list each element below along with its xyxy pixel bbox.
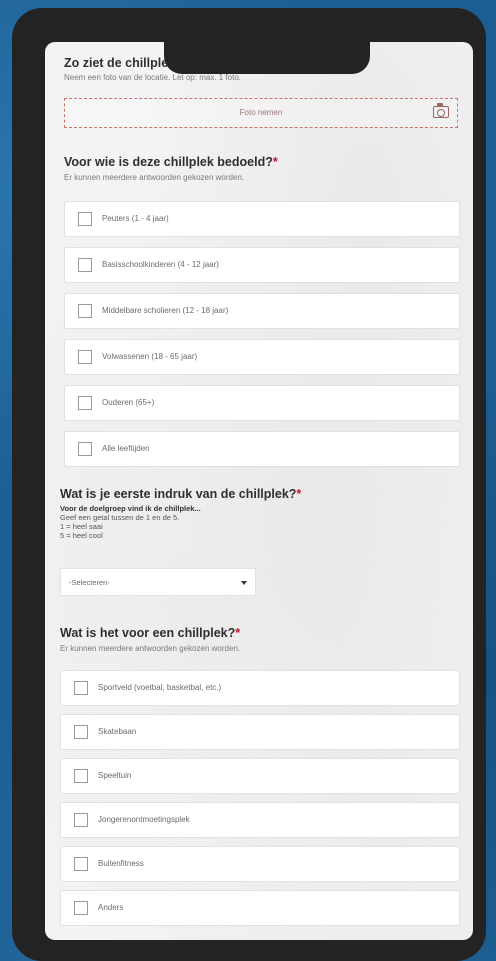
required-marker: *	[272, 155, 278, 169]
option-label: Jongerenontmoetingsplek	[98, 815, 190, 824]
audience-option-2[interactable]: Basisschoolkinderen (4 - 12 jaar)	[64, 247, 460, 283]
audience-option-3[interactable]: Middelbare scholieren (12 - 18 jaar)	[64, 293, 460, 329]
checkbox[interactable]	[78, 350, 92, 364]
chevron-down-icon	[241, 581, 247, 585]
option-label: Anders	[98, 903, 124, 912]
phone-notch	[164, 30, 370, 74]
checkbox[interactable]	[78, 442, 92, 456]
checkbox[interactable]	[74, 769, 88, 783]
type-option-5[interactable]: Buitenfitness	[60, 846, 460, 882]
checkbox[interactable]	[78, 212, 92, 226]
audience-option-4[interactable]: Volwassenen (18 - 65 jaar)	[64, 339, 460, 375]
impression-question: Wat is je eerste indruk van de chillplek…	[60, 487, 450, 540]
type-option-1[interactable]: Sportveld (voetbal, basketbal, etc.)	[60, 670, 460, 706]
audience-question-title: Voor wie is deze chillplek bedoeld?*	[64, 155, 278, 169]
option-label: Peuters (1 - 4 jaar)	[102, 214, 169, 223]
camera-icon	[433, 103, 449, 118]
impression-question-title: Wat is je eerste indruk van de chillplek…	[60, 487, 302, 501]
type-question: Wat is het voor een chillplek?* Er kunne…	[60, 626, 450, 653]
audience-option-1[interactable]: Peuters (1 - 4 jaar)	[64, 201, 460, 237]
checkbox[interactable]	[74, 813, 88, 827]
type-option-2[interactable]: Skatebaan	[60, 714, 460, 750]
checkbox[interactable]	[74, 901, 88, 915]
option-label: Alle leeftijden	[102, 444, 150, 453]
option-label: Ouderen (65+)	[102, 398, 155, 407]
checkbox[interactable]	[78, 396, 92, 410]
audience-option-6[interactable]: Alle leeftijden	[64, 431, 460, 467]
take-photo-button[interactable]: Foto nemen	[64, 98, 458, 128]
required-marker: *	[296, 487, 302, 501]
photo-hint: Neem een foto van de locatie. Let op: ma…	[64, 73, 241, 82]
type-question-title: Wat is het voor een chillplek?*	[60, 626, 241, 640]
impression-hint-1: Geef een getal tussen de 1 en de 5.	[60, 513, 180, 522]
checkbox[interactable]	[78, 258, 92, 272]
checkbox[interactable]	[74, 857, 88, 871]
form-screen: Zo ziet de chillplek er uit Neem een fot…	[45, 42, 473, 940]
impression-bold-hint: Voor de doelgroep vind ik de chillplek..…	[60, 504, 201, 513]
option-label: Middelbare scholieren (12 - 18 jaar)	[102, 306, 229, 315]
option-label: Sportveld (voetbal, basketbal, etc.)	[98, 683, 222, 692]
impression-hint-3: 5 = heel cool	[60, 531, 103, 540]
impression-select[interactable]: -Selecteren-	[60, 568, 256, 596]
checkbox[interactable]	[74, 681, 88, 695]
select-value: -Selecteren-	[69, 578, 110, 587]
type-option-3[interactable]: Speeltuin	[60, 758, 460, 794]
type-option-6[interactable]: Anders	[60, 890, 460, 926]
impression-hint-2: 1 = heel saai	[60, 522, 103, 531]
audience-option-5[interactable]: Ouderen (65+)	[64, 385, 460, 421]
take-photo-label: Foto nemen	[239, 108, 283, 117]
type-hint: Er kunnen meerdere antwoorden gekozen wo…	[60, 644, 241, 653]
type-option-4[interactable]: Jongerenontmoetingsplek	[60, 802, 460, 838]
option-label: Basisschoolkinderen (4 - 12 jaar)	[102, 260, 219, 269]
option-label: Buitenfitness	[98, 859, 144, 868]
option-label: Skatebaan	[98, 727, 137, 736]
checkbox[interactable]	[74, 725, 88, 739]
audience-hint: Er kunnen meerdere antwoorden gekozen wo…	[64, 173, 245, 182]
required-marker: *	[235, 626, 241, 640]
option-label: Volwassenen (18 - 65 jaar)	[102, 352, 198, 361]
audience-question: Voor wie is deze chillplek bedoeld?* Er …	[64, 155, 454, 182]
option-label: Speeltuin	[98, 771, 132, 780]
checkbox[interactable]	[78, 304, 92, 318]
